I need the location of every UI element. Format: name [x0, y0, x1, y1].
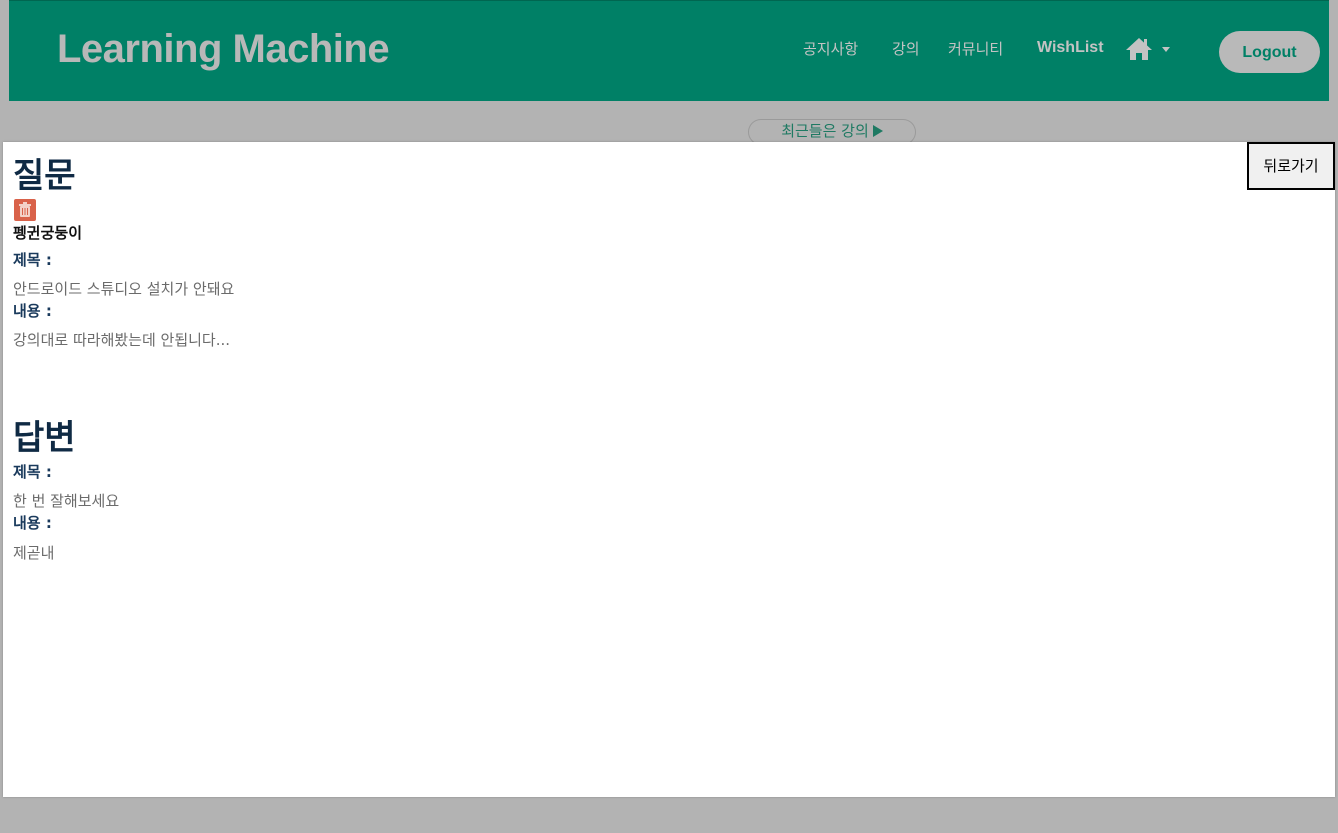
- answer-content-value: 제곧내: [13, 544, 55, 562]
- top-navbar: Learning Machine 공지사항 강의 커뮤니티 WishList L…: [9, 0, 1329, 101]
- nav-wishlist[interactable]: WishList: [1037, 39, 1104, 57]
- recent-lecture-label: 최근들은 강의: [781, 122, 869, 140]
- qna-modal: 뒤로가기 질문 펭귄궁둥이 제목 : 안드로이드 스튜디오 설치가 안돼요 내용…: [3, 142, 1335, 797]
- home-icon: [1126, 38, 1170, 60]
- answer-title-label: 제목 :: [13, 463, 52, 481]
- brand-logo[interactable]: Learning Machine: [57, 27, 390, 72]
- nav-notice[interactable]: 공지사항: [803, 38, 858, 59]
- question-heading: 질문: [13, 156, 76, 196]
- back-button[interactable]: 뒤로가기: [1247, 142, 1335, 190]
- home-dropdown[interactable]: [1125, 36, 1173, 62]
- trash-icon[interactable]: [14, 199, 36, 221]
- nav-lecture[interactable]: 강의: [892, 38, 920, 59]
- question-title-label: 제목 :: [13, 251, 52, 269]
- question-title-value: 안드로이드 스튜디오 설치가 안돼요: [13, 280, 235, 298]
- answer-content-label: 내용 :: [13, 514, 52, 532]
- question-author: 펭귄궁둥이: [13, 224, 83, 242]
- question-content-value: 강의대로 따라해봤는데 안됩니다...: [13, 331, 231, 349]
- play-icon: [872, 125, 883, 137]
- caret-down-icon: [1162, 47, 1170, 52]
- logout-button[interactable]: Logout: [1219, 31, 1320, 73]
- question-content-label: 내용 :: [13, 302, 52, 320]
- nav-links: 공지사항 강의 커뮤니티 WishList Logout: [729, 1, 1329, 102]
- answer-title-value: 한 번 잘해보세요: [13, 492, 120, 510]
- answer-heading: 답변: [13, 418, 76, 458]
- nav-community[interactable]: 커뮤니티: [948, 38, 1003, 59]
